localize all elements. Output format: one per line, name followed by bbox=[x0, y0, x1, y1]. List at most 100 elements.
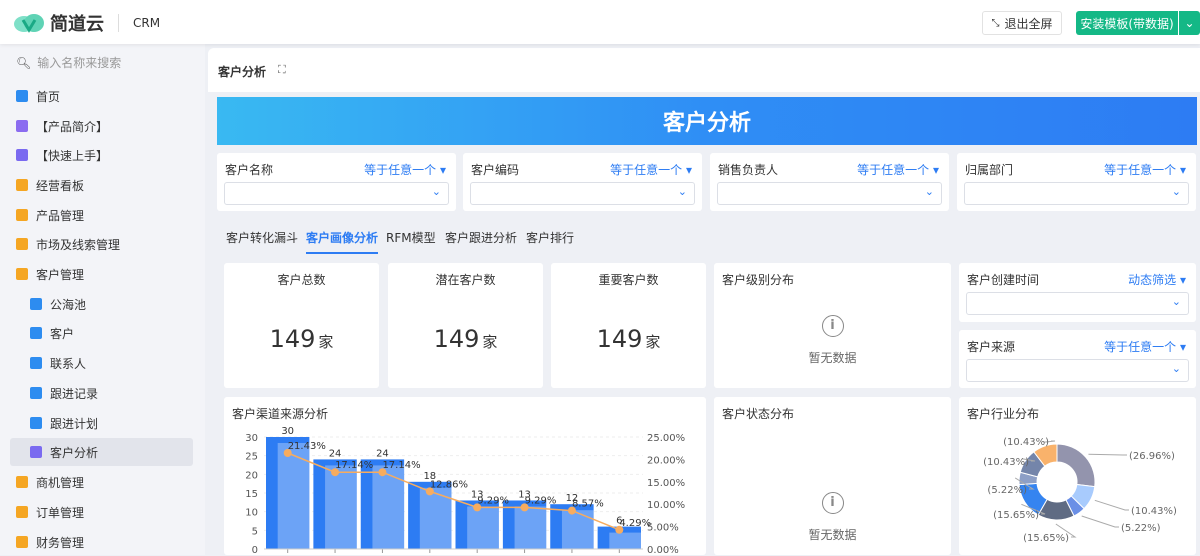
sidebar-item[interactable]: 商机管理 bbox=[10, 468, 193, 496]
sidebar-item[interactable]: 跟进记录 bbox=[10, 379, 193, 407]
filter-label: 归属部门 bbox=[965, 163, 1014, 177]
line-value-label: 9.29% bbox=[525, 495, 557, 506]
source-filter: 客户来源 等于任意一个 ▾ ⌄ bbox=[959, 330, 1196, 388]
exit-fullscreen-button[interactable]: ⤡ 退出全屏 bbox=[982, 11, 1062, 35]
filter-operator[interactable]: 动态筛选 ▾ bbox=[1128, 271, 1186, 288]
sidebar-item[interactable]: 联系人 bbox=[10, 349, 193, 377]
tab[interactable]: 客户跟进分析 bbox=[445, 229, 517, 246]
level-distribution-card: 客户级别分布 i 暂无数据 bbox=[714, 263, 951, 388]
sidebar-item[interactable]: 公海池 bbox=[10, 290, 193, 318]
kpi-value: 149 家 bbox=[269, 325, 334, 353]
folder-icon bbox=[16, 179, 28, 191]
sidebar-item[interactable]: 客户 bbox=[10, 319, 193, 347]
filter-operator[interactable]: 等于任意一个 ▾ bbox=[1104, 338, 1186, 355]
sidebar-item-label: 联系人 bbox=[50, 356, 87, 371]
sidebar-item[interactable]: 客户管理 bbox=[10, 260, 193, 288]
tab[interactable]: RFM模型 bbox=[386, 229, 436, 246]
install-template-button[interactable]: 安装模板(带数据) bbox=[1076, 11, 1178, 35]
sidebar-item[interactable]: 跟进计划 bbox=[10, 409, 193, 437]
page-title: 客户分析 bbox=[218, 65, 267, 79]
sidebar-item-label: 财务管理 bbox=[36, 535, 85, 550]
donut-slice bbox=[1056, 443, 1096, 488]
nav-icon bbox=[16, 149, 28, 161]
channel-chart-card: 客户渠道来源分析 0 5 10 15 20 25 30 0.00% 5.00% 10.00% 15.… bbox=[224, 397, 706, 555]
filter-card: 销售负责人 等于任意一个 ▾ ⌄ bbox=[710, 153, 949, 211]
filter-select[interactable]: ⌄ bbox=[964, 182, 1189, 205]
exit-fullscreen-label: 退出全屏 bbox=[1004, 16, 1053, 31]
chevron-down-icon: ⌄ bbox=[1171, 295, 1181, 308]
folder-icon bbox=[16, 268, 28, 280]
line-value-label: 4.29% bbox=[619, 518, 651, 529]
filter-select[interactable]: ⌄ bbox=[470, 182, 695, 205]
slice-label: (10.43%) bbox=[983, 457, 1029, 468]
y2-tick-label: 15.00% bbox=[647, 478, 685, 489]
fullscreen-icon[interactable]: ⛶ bbox=[278, 63, 286, 77]
bar-value-label: 30 bbox=[281, 426, 294, 437]
filter-card: 客户编码 等于任意一个 ▾ ⌄ bbox=[463, 153, 702, 211]
folder-icon bbox=[16, 476, 28, 488]
slice-label: (26.96%) bbox=[1129, 451, 1175, 462]
sidebar-item[interactable]: 经营看板 bbox=[10, 171, 193, 199]
tab[interactable]: 客户转化漏斗 bbox=[226, 229, 298, 246]
sidebar-item-label: 客户 bbox=[50, 326, 75, 341]
sidebar-item[interactable]: 订单管理 bbox=[10, 498, 193, 526]
logo[interactable]: 简道云 CRM bbox=[14, 10, 160, 36]
sidebar-item-label: 产品管理 bbox=[36, 208, 85, 223]
sidebar-search[interactable]: 🔍︎ 输入名称来搜索 bbox=[16, 54, 121, 71]
bar-highlight bbox=[372, 465, 405, 549]
filter-operator[interactable]: 等于任意一个 ▾ bbox=[857, 161, 939, 178]
filter-select[interactable]: ⌄ bbox=[966, 359, 1189, 382]
slice-label: (5.22%) bbox=[1121, 523, 1161, 534]
folder-icon bbox=[16, 238, 28, 250]
chevron-down-icon: ⌄ bbox=[1171, 185, 1181, 198]
sidebar-item[interactable]: 财务管理 bbox=[10, 528, 193, 556]
filter-select[interactable]: ⌄ bbox=[717, 182, 942, 205]
chevron-down-icon: ⌄ bbox=[431, 185, 441, 198]
filter-select[interactable]: ⌄ bbox=[966, 292, 1189, 315]
search-icon: 🔍︎ bbox=[16, 55, 32, 70]
sidebar-item-label: 【产品简介】 bbox=[36, 119, 109, 134]
filter-operator[interactable]: 等于任意一个 ▾ bbox=[610, 161, 692, 178]
sidebar-item[interactable]: 客户分析 bbox=[10, 438, 193, 466]
status-distribution-card: 客户状态分布 i 暂无数据 bbox=[714, 397, 951, 555]
slice-label: (5.22%) bbox=[987, 485, 1027, 496]
sidebar-item-label: 公海池 bbox=[50, 297, 87, 312]
filter-operator[interactable]: 等于任意一个 ▾ bbox=[1104, 161, 1186, 178]
info-icon: i bbox=[821, 492, 844, 514]
chevron-down-icon: ⌄ bbox=[677, 185, 687, 198]
kpi-card-important: 重要客户数 149 家 bbox=[551, 263, 706, 388]
folder-icon bbox=[16, 506, 28, 518]
sidebar-item[interactable]: 首页 bbox=[10, 82, 193, 110]
chevron-down-icon: ⌄ bbox=[924, 185, 934, 198]
sidebar-item[interactable]: 产品管理 bbox=[10, 201, 193, 229]
filter-label: 客户创建时间 bbox=[967, 273, 1040, 287]
empty-state: i 暂无数据 bbox=[714, 315, 951, 366]
form-icon bbox=[30, 417, 42, 429]
sidebar-item[interactable]: 【产品简介】 bbox=[10, 112, 193, 140]
industry-chart-card: 客户行业分布 (26.96%) (10.43%) (5.22%) (15.65%) (1… bbox=[959, 397, 1196, 555]
form-icon bbox=[30, 357, 42, 369]
bar-value-label: 24 bbox=[329, 448, 342, 459]
y2-tick-label: 0.00% bbox=[647, 545, 679, 555]
search-input[interactable]: 输入名称来搜索 bbox=[37, 54, 121, 71]
kpi-card-potential: 潜在客户数 149 家 bbox=[388, 263, 543, 388]
sidebar-item-label: 跟进计划 bbox=[50, 416, 99, 431]
tab[interactable]: 客户画像分析 bbox=[306, 229, 379, 254]
bar-value-label: 24 bbox=[376, 448, 389, 459]
y-tick-label: 0 bbox=[252, 545, 258, 555]
folder-icon bbox=[16, 536, 28, 548]
filter-select[interactable]: ⌄ bbox=[224, 182, 449, 205]
filter-operator[interactable]: 等于任意一个 ▾ bbox=[364, 161, 446, 178]
bar-highlight bbox=[467, 506, 499, 549]
line-value-label: 12.86% bbox=[430, 479, 468, 490]
install-dropdown-button[interactable]: ⌄ bbox=[1179, 11, 1200, 35]
kpi-value: 149 家 bbox=[433, 325, 498, 353]
form-icon bbox=[30, 327, 42, 339]
tab[interactable]: 客户排行 bbox=[526, 229, 574, 246]
slice-label: (10.43%) bbox=[1131, 506, 1177, 517]
sidebar-item-label: 订单管理 bbox=[36, 505, 85, 520]
sidebar-item[interactable]: 【快速上手】 bbox=[10, 141, 193, 169]
sidebar-item[interactable]: 市场及线索管理 bbox=[10, 230, 193, 258]
filter-label: 客户名称 bbox=[225, 163, 274, 177]
logo-icon bbox=[14, 14, 44, 33]
